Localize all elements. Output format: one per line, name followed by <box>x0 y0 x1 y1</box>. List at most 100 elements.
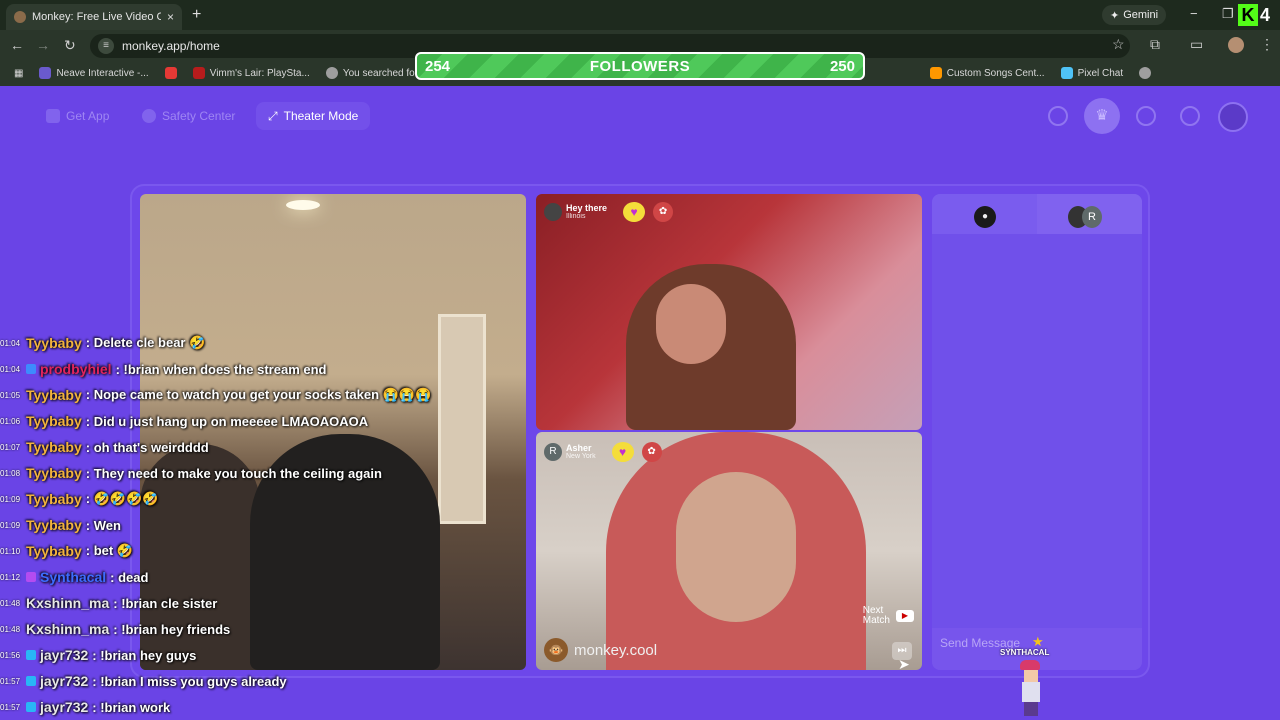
search-icon[interactable] <box>1048 106 1068 126</box>
chat-message-row: 01:04 prodbyhiel: !brian when does the st… <box>0 356 327 382</box>
gift-icon[interactable]: ✿ <box>641 442 662 462</box>
history-icon[interactable] <box>1136 106 1156 126</box>
chat-message-row: 01:57 jayr732: !brian I miss you guys alr… <box>0 668 287 694</box>
chat-username[interactable]: Tyybaby <box>26 491 82 507</box>
chat-username[interactable]: Tyybaby <box>26 439 82 455</box>
chat-timestamp: 01:48 <box>0 624 21 634</box>
chat-message-row: 01:10 Tyybaby: bet 🤣 <box>0 538 133 564</box>
bookmark-favicon-icon <box>192 67 205 79</box>
match-location: Illinois <box>566 213 586 220</box>
chat-message-row: 01:04 Tyybaby: Delete cle bear 🤣 <box>0 330 205 356</box>
site-info-icon[interactable]: ≡ <box>98 38 114 54</box>
bookmark-item[interactable] <box>1133 67 1157 79</box>
profile-avatar-icon[interactable] <box>1228 37 1244 53</box>
maximize-button[interactable]: ❐ <box>1222 6 1234 22</box>
match-face <box>676 472 796 622</box>
get-app-button[interactable]: Get App <box>46 106 109 126</box>
browser-tab-bar: Monkey: Free Live Video Ch × + ✦ Gemini … <box>0 0 1280 30</box>
reload-icon[interactable]: ↻ <box>64 37 76 54</box>
chat-username[interactable]: Tyybaby <box>26 517 82 533</box>
next-match-button[interactable]: Next Match ▶ <box>863 606 914 626</box>
chat-username[interactable]: prodbyhiel <box>40 361 112 377</box>
bookmark-item[interactable]: Neave Interactive -... <box>33 67 154 79</box>
chat-message-row: 01:07 Tyybaby: oh that's weirdddd <box>0 434 209 460</box>
browser-menu-icon[interactable]: ⋮ <box>1260 36 1274 53</box>
chat-message-text: : !brian I miss you guys already <box>92 673 287 689</box>
bookmark-item[interactable]: Vimm's Lair: PlaySta... <box>187 67 316 79</box>
chat-username[interactable]: jayr732 <box>40 673 88 689</box>
chat-timestamp: 01:08 <box>0 468 21 478</box>
chat-tab-avatars[interactable]: R <box>1068 206 1104 228</box>
bookmark-label: Neave Interactive -... <box>56 67 149 79</box>
match-user-chip[interactable]: R Asher New York ♥ ✿ <box>544 442 662 462</box>
match-username: Hey there <box>566 203 608 213</box>
bookmark-star-icon[interactable]: ☆ <box>1112 36 1125 53</box>
match-user-chip[interactable]: Hey there Illinois ♥ ✿ <box>544 202 674 222</box>
chat-username[interactable]: Synthacal <box>40 569 106 585</box>
extensions-icon[interactable]: ⧉ <box>1150 36 1160 53</box>
chat-message-row: 01:57 jayr732: !brian work <box>0 694 170 720</box>
chat-timestamp: 01:57 <box>0 702 21 712</box>
chat-timestamp: 01:57 <box>0 676 21 686</box>
crown-icon[interactable]: ♛ <box>1084 98 1120 134</box>
bookmark-item[interactable]: Pixel Chat <box>1055 67 1130 79</box>
chat-timestamp: 01:09 <box>0 494 21 504</box>
globe-icon <box>1139 67 1152 79</box>
messages-icon[interactable] <box>1180 106 1200 126</box>
heart-icon[interactable]: ♥ <box>611 442 634 462</box>
minimize-button[interactable]: − <box>1190 6 1198 21</box>
watermark-text: monkey.cool <box>574 641 658 659</box>
heart-icon[interactable]: ♥ <box>623 202 646 222</box>
sprite-hat <box>1020 660 1040 670</box>
kick-logo-number: 4 <box>1260 4 1271 25</box>
chat-username[interactable]: Kxshinn_ma <box>26 621 109 637</box>
chat-message-text: : !brian when does the stream end <box>115 361 327 377</box>
chat-message-text: : !brian hey guys <box>92 647 197 663</box>
new-tab-button[interactable]: + <box>192 6 201 24</box>
bookmark-label: Pixel Chat <box>1077 67 1124 79</box>
browser-tab-active[interactable]: Monkey: Free Live Video Ch × <box>6 4 182 30</box>
chat-username[interactable]: Tyybaby <box>26 413 82 429</box>
forward-arrow-icon[interactable]: → <box>36 37 50 53</box>
chat-message-text: : !brian hey friends <box>113 621 231 637</box>
stream-chat-overlay: 01:04 Tyybaby: Delete cle bear 🤣 01:04 prod… <box>0 310 470 720</box>
bookmark-item[interactable] <box>159 67 183 79</box>
monkey-favicon-icon <box>14 11 26 23</box>
chat-username[interactable]: Tyybaby <box>26 465 82 481</box>
chat-username[interactable]: jayr732 <box>40 699 88 715</box>
gemini-spark-icon: ✦ <box>1110 9 1120 22</box>
chat-message-row: 01:56 jayr732: !brian hey guys <box>0 642 196 668</box>
match-video-bottom: R Asher New York ♥ ✿ Next Match ▶ 🐵 monk… <box>536 432 922 670</box>
chat-username[interactable]: Tyybaby <box>26 543 82 559</box>
chat-timestamp: 01:09 <box>0 520 21 530</box>
user-avatar[interactable] <box>1218 102 1248 132</box>
tab-search-icon[interactable]: ▭ <box>1190 36 1203 53</box>
chat-badge-icon <box>26 650 36 660</box>
ceiling-light <box>286 200 320 210</box>
chat-timestamp: 01:06 <box>0 416 21 426</box>
chat-username[interactable]: Tyybaby <box>26 387 82 403</box>
chat-username[interactable]: jayr732 <box>40 647 88 663</box>
gemini-button[interactable]: ✦ Gemini <box>1102 5 1167 25</box>
chat-side-panel: ● R Send Message <box>932 194 1142 670</box>
monkey-watermark: 🐵 monkey.cool <box>544 638 657 662</box>
chat-tab-avatar[interactable]: ● <box>974 206 996 228</box>
bookmark-item[interactable]: Custom Songs Cent... <box>924 67 1051 79</box>
followers-label: FOLLOWERS <box>589 57 691 75</box>
followers-current: 254 <box>425 57 451 75</box>
theater-mode-button[interactable]: ⤢ Theater Mode <box>256 102 371 130</box>
chat-username[interactable]: Tyybaby <box>26 335 82 351</box>
apps-grid-icon[interactable]: ▦ <box>8 68 29 79</box>
chat-timestamp: 01:04 <box>0 364 21 374</box>
chat-badge-icon <box>26 364 36 374</box>
followers-goal-bar: 254 FOLLOWERS 250 <box>415 52 865 80</box>
chat-username[interactable]: Kxshinn_ma <box>26 595 109 611</box>
tab-close-icon[interactable]: × <box>167 10 174 24</box>
safety-center-button[interactable]: Safety Center <box>142 106 235 126</box>
match-avatar <box>544 203 562 221</box>
sprite-head <box>1024 670 1038 682</box>
gift-icon[interactable]: ✿ <box>653 202 674 222</box>
youtube-icon <box>164 67 177 79</box>
back-arrow-icon[interactable]: ← <box>10 37 24 53</box>
chat-message-row: 01:48 Kxshinn_ma: !brian hey friends <box>0 616 230 642</box>
